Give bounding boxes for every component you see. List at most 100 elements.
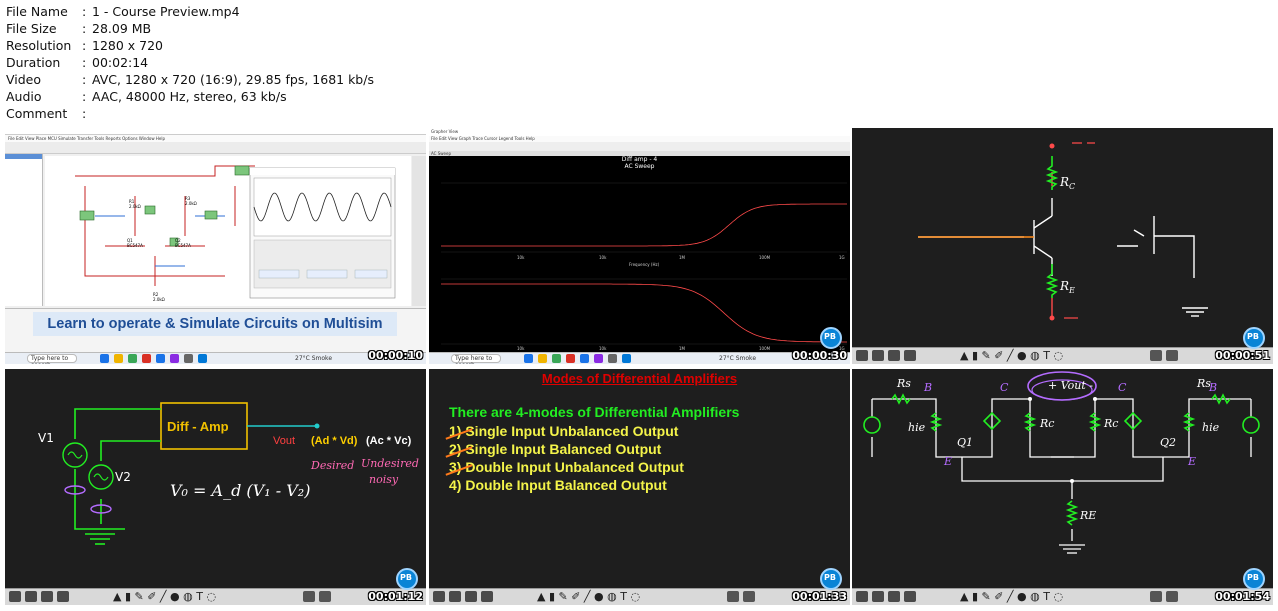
thumbnail-6[interactable]: + Vout - Rs Rs Rc Rc RE hie hie Q1 Q2 B … [852, 369, 1273, 605]
file-info-key: Comment [6, 106, 68, 121]
svg-text:(Ac * Vc): (Ac * Vc) [366, 435, 412, 447]
svg-text:1G: 1G [839, 255, 845, 260]
menu-bar: File Edit View Place MCU Simulate Transf… [5, 135, 426, 142]
file-info-separator: : [82, 72, 87, 87]
svg-text:+ Vout -: + Vout - [1048, 379, 1093, 392]
brand-logo [1243, 568, 1265, 590]
svg-text:Undesired: Undesired [361, 457, 419, 470]
brand-logo [820, 568, 842, 590]
svg-text:C: C [1000, 381, 1009, 394]
whiteboard-drawing: RC RE [918, 142, 1208, 321]
thumbnail-2[interactable]: Grapher View File Edit View Graph Trace … [429, 128, 850, 364]
svg-text:1M: 1M [679, 346, 686, 351]
svg-text:Diff - Amp: Diff - Amp [167, 419, 229, 434]
svg-text:Rc: Rc [1103, 417, 1118, 430]
taskbar-apps [524, 354, 631, 363]
timestamp: 00:00:30 [792, 349, 847, 362]
timestamp: 00:01:54 [1215, 590, 1270, 603]
pen-toolbar[interactable]: ▲ ▮ ✎ ✐ ╱ ● ◍ T ◌ [852, 347, 1273, 364]
taskbar-apps [100, 354, 207, 363]
timestamp: 00:01:12 [368, 590, 423, 603]
list-item: 3) Double Input Unbalanced Output [449, 459, 684, 475]
file-info-row: Resolution:1280 x 720 [6, 37, 374, 54]
thumbnail-5[interactable]: Modes of Differential Amplifiers There a… [429, 369, 850, 605]
x-axis-label: Frequency (Hz) [629, 262, 660, 267]
file-info-separator: : [82, 4, 87, 19]
svg-text:Desired: Desired [310, 459, 354, 472]
taskbar-weather: 27°C Smoke [295, 355, 333, 362]
svg-text:C: C [1118, 381, 1127, 394]
file-info-key: File Name [6, 4, 68, 19]
svg-text:noisy: noisy [369, 473, 399, 486]
file-info-key: Audio [6, 89, 42, 104]
file-info-separator: : [82, 21, 87, 36]
design-toolbox [5, 154, 43, 306]
thumbnail-4[interactable]: Diff - Amp V1 V2 Vout (Ad * Vd) (Ac * Vc… [5, 369, 426, 605]
svg-text:10k: 10k [517, 346, 525, 351]
pen-toolbar[interactable]: ▲ ▮ ✎ ✐ ╱ ● ◍ T ◌ [852, 588, 1273, 605]
pen-toolbar[interactable]: ▲ ▮ ✎ ✐ ╱ ● ◍ T ◌ [5, 588, 426, 605]
windows-taskbar: Type here to search 27°C Smoke [429, 352, 850, 364]
ac-sweep-plot: Diff amp - 4 AC Sweep 10k 10k 1M 100M 1G Fr… [429, 156, 850, 352]
taskbar-search[interactable]: Type here to search [451, 354, 501, 364]
list-item: 2) Single Input Balanced Output [449, 441, 662, 457]
svg-text:RE: RE [1079, 509, 1096, 522]
svg-text:2.0kΩ: 2.0kΩ [153, 297, 165, 302]
file-info-key: Duration [6, 55, 61, 70]
svg-text:2.0kΩ: 2.0kΩ [185, 201, 197, 206]
file-info-key: Resolution [6, 38, 72, 53]
pen-toolbar[interactable]: ▲ ▮ ✎ ✐ ╱ ● ◍ T ◌ [429, 588, 850, 605]
schematic-drawing: R12.0kΩ R32.0kΩ Q1BC547A Q2BC547A R22.0k… [75, 165, 396, 302]
file-info-row: Duration:00:02:14 [6, 54, 374, 71]
brand-logo [396, 568, 418, 590]
toolbar [5, 142, 426, 154]
svg-text:Q2: Q2 [1160, 436, 1176, 449]
taskbar-weather: 27°C Smoke [719, 355, 757, 362]
brand-logo [1243, 327, 1265, 349]
svg-text:Q1: Q1 [957, 436, 973, 449]
plot-svg: 10k 10k 1M 100M 1G Frequency (Hz) 10k 10k 1M … [441, 182, 847, 351]
taskbar-search[interactable]: Type here to search [27, 354, 77, 364]
list-item: 4) Double Input Balanced Output [449, 477, 667, 493]
svg-text:10k: 10k [517, 255, 525, 260]
drawing-tools[interactable]: ▲ ▮ ✎ ✐ ╱ ● ◍ T ◌ [537, 590, 640, 603]
svg-text:BC547A: BC547A [127, 243, 143, 248]
svg-text:E: E [1187, 455, 1196, 468]
thumbnail-3[interactable]: RC RE ▲ ▮ ✎ ✐ ╱ ● ◍ T ◌ 00:00:51 [852, 128, 1273, 364]
whiteboard-drawing: + Vout - Rs Rs Rc Rc RE hie hie Q1 Q2 B … [863, 371, 1260, 554]
svg-text:100M: 100M [759, 255, 771, 260]
svg-text:2.0kΩ: 2.0kΩ [129, 204, 141, 209]
file-info-value: AVC, 1280 x 720 (16:9), 29.85 fps, 1681 … [92, 72, 374, 87]
slide-subheading: There are 4-modes of Differential Amplif… [449, 404, 740, 420]
file-info-row: File Size:28.09 MB [6, 20, 374, 37]
drawing-tools[interactable]: ▲ ▮ ✎ ✐ ╱ ● ◍ T ◌ [113, 590, 216, 603]
thumbnail-1[interactable]: File Edit View Place MCU Simulate Transf… [5, 128, 426, 364]
svg-text:RE: RE [1059, 279, 1075, 295]
svg-text:Rs: Rs [896, 377, 911, 390]
toolbar [429, 142, 850, 151]
window-title-bar [5, 128, 426, 135]
svg-text:B: B [923, 381, 932, 394]
whiteboard-drawing: Diff - Amp V1 V2 Vout (Ad * Vd) (Ac * Vc… [38, 402, 419, 545]
svg-text:BC547A: BC547A [175, 243, 191, 248]
svg-text:V1: V1 [38, 431, 54, 445]
file-info-key: Video [6, 72, 42, 87]
list-item: 1) Single Input Unbalanced Output [449, 423, 679, 439]
svg-text:V2: V2 [115, 470, 131, 484]
file-info-row: Comment: [6, 105, 374, 122]
timestamp: 00:00:51 [1215, 349, 1270, 362]
svg-text:10k: 10k [599, 255, 607, 260]
drawing-tools[interactable]: ▲ ▮ ✎ ✐ ╱ ● ◍ T ◌ [960, 590, 1063, 603]
window-title-bar: Grapher View [429, 128, 850, 136]
svg-text:hie: hie [908, 421, 926, 434]
file-info-row: Audio: AAC, 48000 Hz, stereo, 63 kb/s [6, 88, 374, 105]
file-info-value: 1280 x 720 [92, 38, 164, 53]
slide-heading: Modes of Differential Amplifiers [541, 371, 738, 386]
timestamp: 00:01:33 [792, 590, 847, 603]
file-info-row: File Name:1 - Course Preview.mp4 [6, 3, 374, 20]
drawing-tools[interactable]: ▲ ▮ ✎ ✐ ╱ ● ◍ T ◌ [960, 349, 1063, 362]
svg-text:RC: RC [1059, 175, 1075, 191]
svg-text:(Ad * Vd): (Ad * Vd) [311, 435, 358, 447]
svg-text:B: B [1208, 381, 1217, 394]
file-info-separator: : [82, 106, 87, 121]
